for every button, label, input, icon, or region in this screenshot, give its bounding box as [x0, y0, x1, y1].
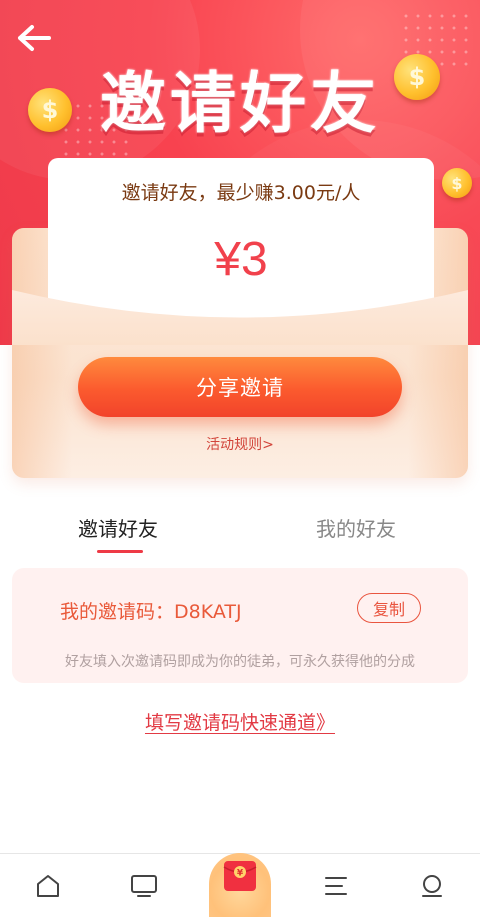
reward-amount: ¥3	[214, 233, 268, 286]
nav-invite[interactable]: ¥	[206, 853, 274, 917]
invite-code-tip: 好友填入次邀请码即成为你的徒弟，可永久获得他的分成	[65, 654, 415, 670]
yen-glyph: ¥	[237, 869, 244, 879]
home-icon	[37, 875, 59, 897]
invite-code-label: 我的邀请码：D8KATJ	[60, 601, 242, 623]
share-invite-button[interactable]: 分享邀请	[78, 357, 402, 417]
nav-tv[interactable]	[114, 854, 174, 917]
red-envelope-icon: ¥	[223, 861, 257, 891]
envelope-flap	[12, 290, 468, 345]
active-tab-indicator	[97, 550, 143, 553]
nav-menu[interactable]	[306, 854, 366, 917]
tab-invite-friends[interactable]: 邀请好友	[78, 513, 158, 542]
activity-rules-link[interactable]: 活动规则>	[0, 434, 480, 454]
reward-caption: 邀请好友，最少赚3.00元/人	[121, 182, 361, 204]
enter-invite-code-link[interactable]: 填写邀请码快速通道》	[0, 708, 480, 735]
nav-profile[interactable]	[402, 854, 462, 917]
profile-icon	[422, 875, 442, 897]
tv-icon	[131, 875, 157, 897]
nav-home[interactable]	[18, 854, 78, 917]
menu-icon	[325, 877, 347, 895]
copy-button[interactable]: 复制	[357, 593, 421, 623]
tab-my-friends[interactable]: 我的好友	[316, 513, 396, 542]
